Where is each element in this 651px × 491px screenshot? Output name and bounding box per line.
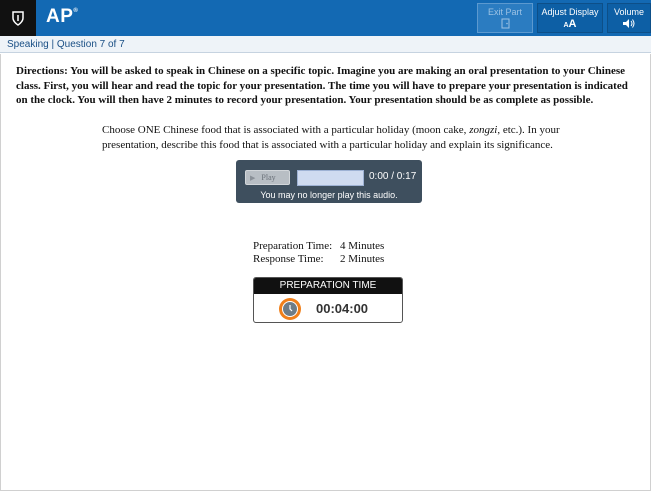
exit-door-icon [478, 18, 532, 32]
prompt-text-italic: zongzi [469, 124, 498, 136]
adjust-display-button[interactable]: Adjust Display AA [537, 3, 603, 33]
time-info: Preparation Time: 4 Minutes Response Tim… [253, 240, 384, 266]
audio-progress-bar[interactable] [297, 170, 364, 186]
prompt-text: Choose ONE Chinese food that is associat… [102, 123, 572, 153]
response-time-value: 2 Minutes [340, 253, 385, 265]
adjust-display-label: Adjust Display [541, 7, 599, 17]
preparation-time-row: Preparation Time: 4 Minutes [253, 240, 384, 253]
exit-part-button[interactable]: Exit Part [477, 3, 533, 33]
audio-notice: You may no longer play this audio. [260, 190, 398, 200]
speaker-icon [608, 18, 650, 32]
preparation-timer: PREPARATION TIME 00:04:00 [253, 277, 403, 323]
audio-player: ▶ Play 0:00 / 0:17 You may no longer play… [236, 160, 422, 203]
play-label: Play [261, 173, 276, 182]
text-size-large: A [568, 18, 577, 30]
breadcrumb: Speaking | Question 7 of 7 [0, 36, 651, 53]
clock-icon [279, 298, 301, 320]
play-button[interactable]: ▶ Play [245, 170, 290, 185]
preparation-timer-title: PREPARATION TIME [254, 278, 402, 294]
top-bar: AP® Exit Part Adjust Display AA Volume [0, 0, 651, 36]
prompt-text-before: Choose ONE Chinese food that is associat… [102, 124, 470, 136]
directions-text: Directions: You will be asked to speak i… [16, 65, 628, 106]
preparation-time-label: Preparation Time: [253, 240, 333, 252]
text-size-icon: AA [538, 18, 602, 30]
volume-button[interactable]: Volume [607, 3, 651, 33]
audio-time-display: 0:00 / 0:17 [369, 171, 417, 182]
play-icon: ▶ [250, 174, 256, 182]
content-frame [0, 54, 651, 491]
clock-face [282, 301, 298, 317]
preparation-time-value: 4 Minutes [340, 240, 385, 252]
college-board-logo-icon [0, 0, 36, 36]
exit-part-label: Exit Part [487, 7, 522, 17]
volume-label: Volume [613, 7, 645, 17]
response-time-label: Response Time: [253, 253, 324, 265]
response-time-row: Response Time: 2 Minutes [253, 253, 384, 266]
ap-logo: AP® [46, 6, 79, 27]
preparation-timer-time: 00:04:00 [316, 301, 369, 316]
